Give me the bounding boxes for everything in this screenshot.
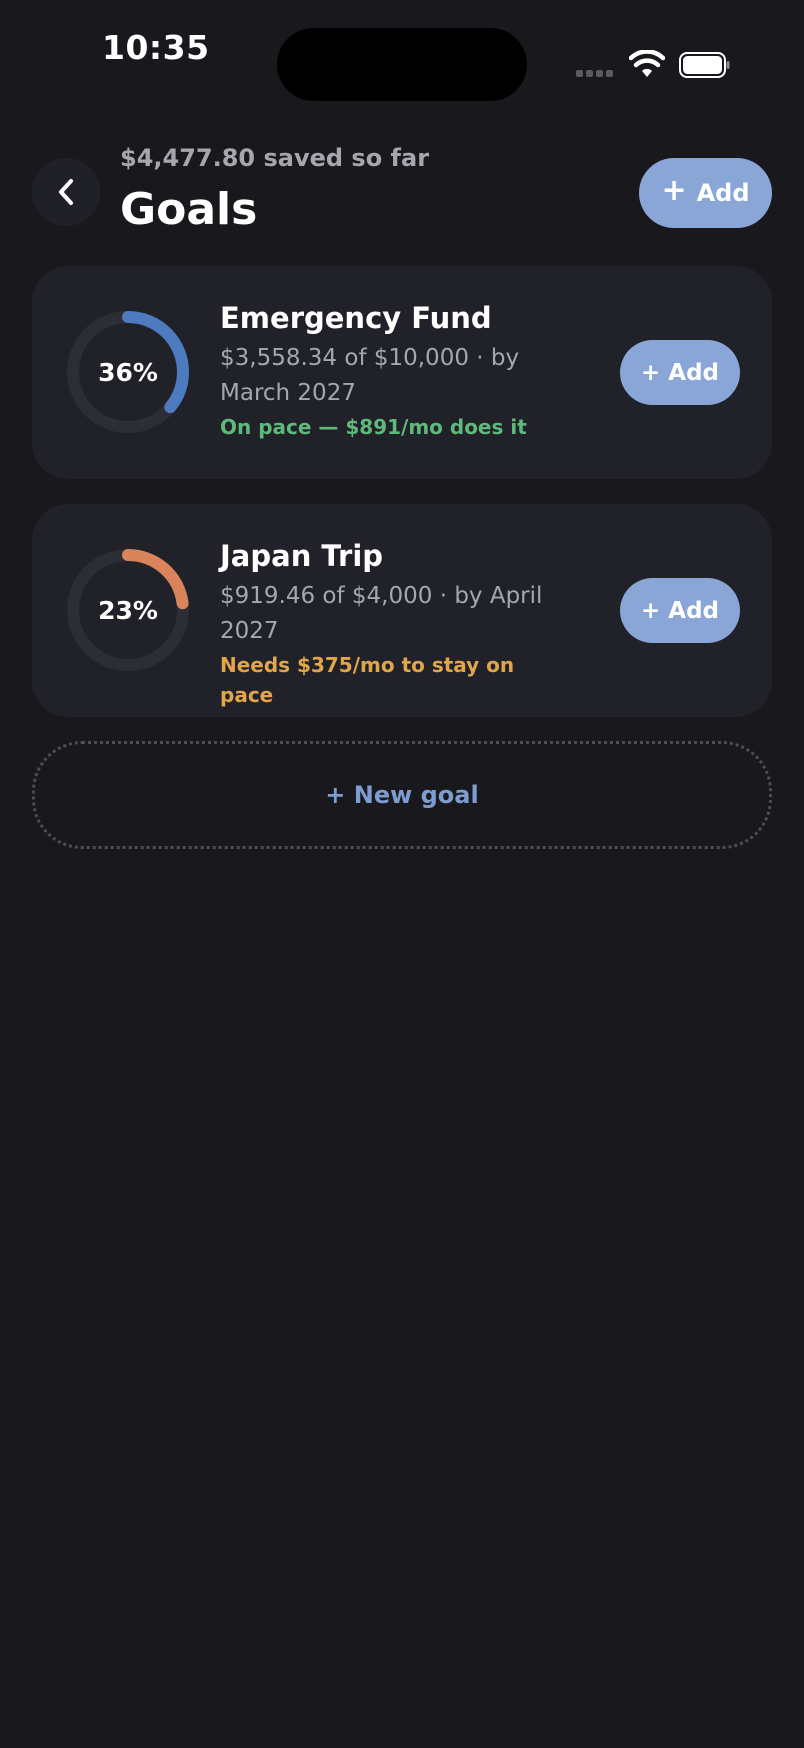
progress-percent: 36% — [98, 357, 158, 387]
goal-amount: $919.46 of $4,000 · by April 2027 — [220, 583, 543, 644]
chevron-left-icon — [59, 179, 73, 205]
goal-pace-status: Needs $375/mo to stay on pace — [220, 653, 515, 707]
wifi-icon — [629, 50, 665, 77]
goal-info: Japan Trip $919.46 of $4,000 · by April … — [220, 538, 560, 710]
goal-card-emergency-fund[interactable]: 36% Emergency Fund $3,558.34 of $10,000 … — [32, 266, 772, 479]
saved-summary: $4,477.80 saved so far — [120, 144, 430, 172]
battery-icon — [679, 52, 730, 78]
add-button[interactable]: + Add — [639, 158, 772, 228]
goal-card-japan-trip[interactable]: 23% Japan Trip $919.46 of $4,000 · by Ap… — [32, 504, 772, 717]
dynamic-island — [277, 28, 527, 101]
goal-info: Emergency Fund $3,558.34 of $10,000 · by… — [220, 300, 560, 442]
add-button-label: Add — [696, 179, 750, 207]
plus-icon: + — [661, 173, 687, 208]
back-button[interactable] — [32, 158, 100, 226]
status-time: 10:35 — [102, 28, 210, 67]
goal-name: Japan Trip — [220, 539, 384, 573]
goal-name: Emergency Fund — [220, 301, 492, 335]
add-to-goal-button[interactable]: + Add — [620, 340, 740, 405]
add-to-goal-button[interactable]: + Add — [620, 578, 740, 643]
progress-ring: 23% — [66, 548, 190, 672]
goals-screen: 10:35 $4,477.80 saved so far Goals + Add… — [0, 0, 804, 1748]
new-goal-button[interactable]: + New goal — [32, 741, 772, 849]
progress-percent: 23% — [98, 595, 158, 625]
goal-amount: $3,558.34 of $10,000 · by March 2027 — [220, 345, 520, 406]
cellular-signal-icon — [576, 70, 613, 77]
page-title: Goals — [120, 184, 258, 235]
progress-ring: 36% — [66, 310, 190, 434]
goal-pace-status: On pace — $891/mo does it — [220, 415, 527, 439]
